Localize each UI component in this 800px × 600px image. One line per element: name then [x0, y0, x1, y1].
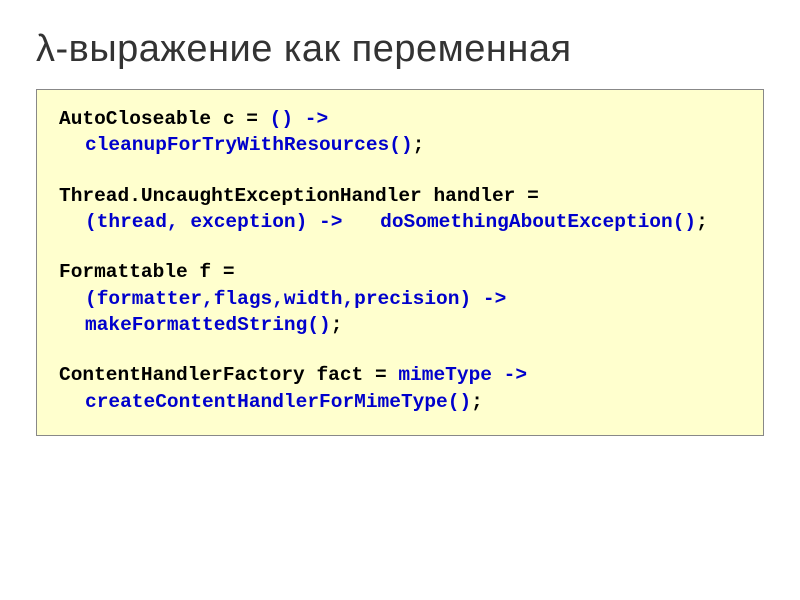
code-line: AutoCloseable c = () ->	[59, 106, 741, 132]
code-lambda: mimeType ->	[398, 364, 527, 386]
code-line: (thread, exception) ->	[59, 209, 342, 235]
code-line: Thread.UncaughtExceptionHandler handler …	[59, 183, 741, 209]
code-semi: ;	[696, 211, 708, 233]
code-call: makeFormattedString()	[85, 314, 331, 336]
code-text: ContentHandlerFactory fact =	[59, 364, 398, 386]
code-semi: ;	[331, 314, 343, 336]
code-block: AutoCloseable c = () -> cleanupForTryWit…	[36, 89, 764, 436]
code-statement: ContentHandlerFactory fact = mimeType ->…	[59, 362, 741, 415]
code-text: AutoCloseable c =	[59, 108, 270, 130]
code-line: makeFormattedString();	[59, 312, 342, 338]
code-semi: ;	[413, 134, 425, 156]
code-statement: Thread.UncaughtExceptionHandler handler …	[59, 183, 741, 236]
code-call: doSomethingAboutException()	[380, 211, 696, 233]
slide-title: λ-выражение как переменная	[36, 28, 764, 71]
code-statement: AutoCloseable c = () -> cleanupForTryWit…	[59, 106, 741, 159]
code-line: doSomethingAboutException();	[354, 209, 708, 235]
code-statement: Formattable f = (formatter,flags,width,p…	[59, 259, 741, 338]
code-line: createContentHandlerForMimeType();	[59, 389, 483, 415]
code-line: ContentHandlerFactory fact = mimeType ->	[59, 362, 741, 388]
code-line: (formatter,flags,width,precision) ->	[59, 286, 506, 312]
code-call: cleanupForTryWithResources()	[85, 134, 413, 156]
code-call: createContentHandlerForMimeType()	[85, 391, 471, 413]
code-line: cleanupForTryWithResources();	[59, 132, 424, 158]
code-semi: ;	[471, 391, 483, 413]
slide: λ-выражение как переменная AutoCloseable…	[0, 0, 800, 464]
code-lambda: () ->	[270, 108, 329, 130]
code-line: Formattable f =	[59, 259, 741, 285]
